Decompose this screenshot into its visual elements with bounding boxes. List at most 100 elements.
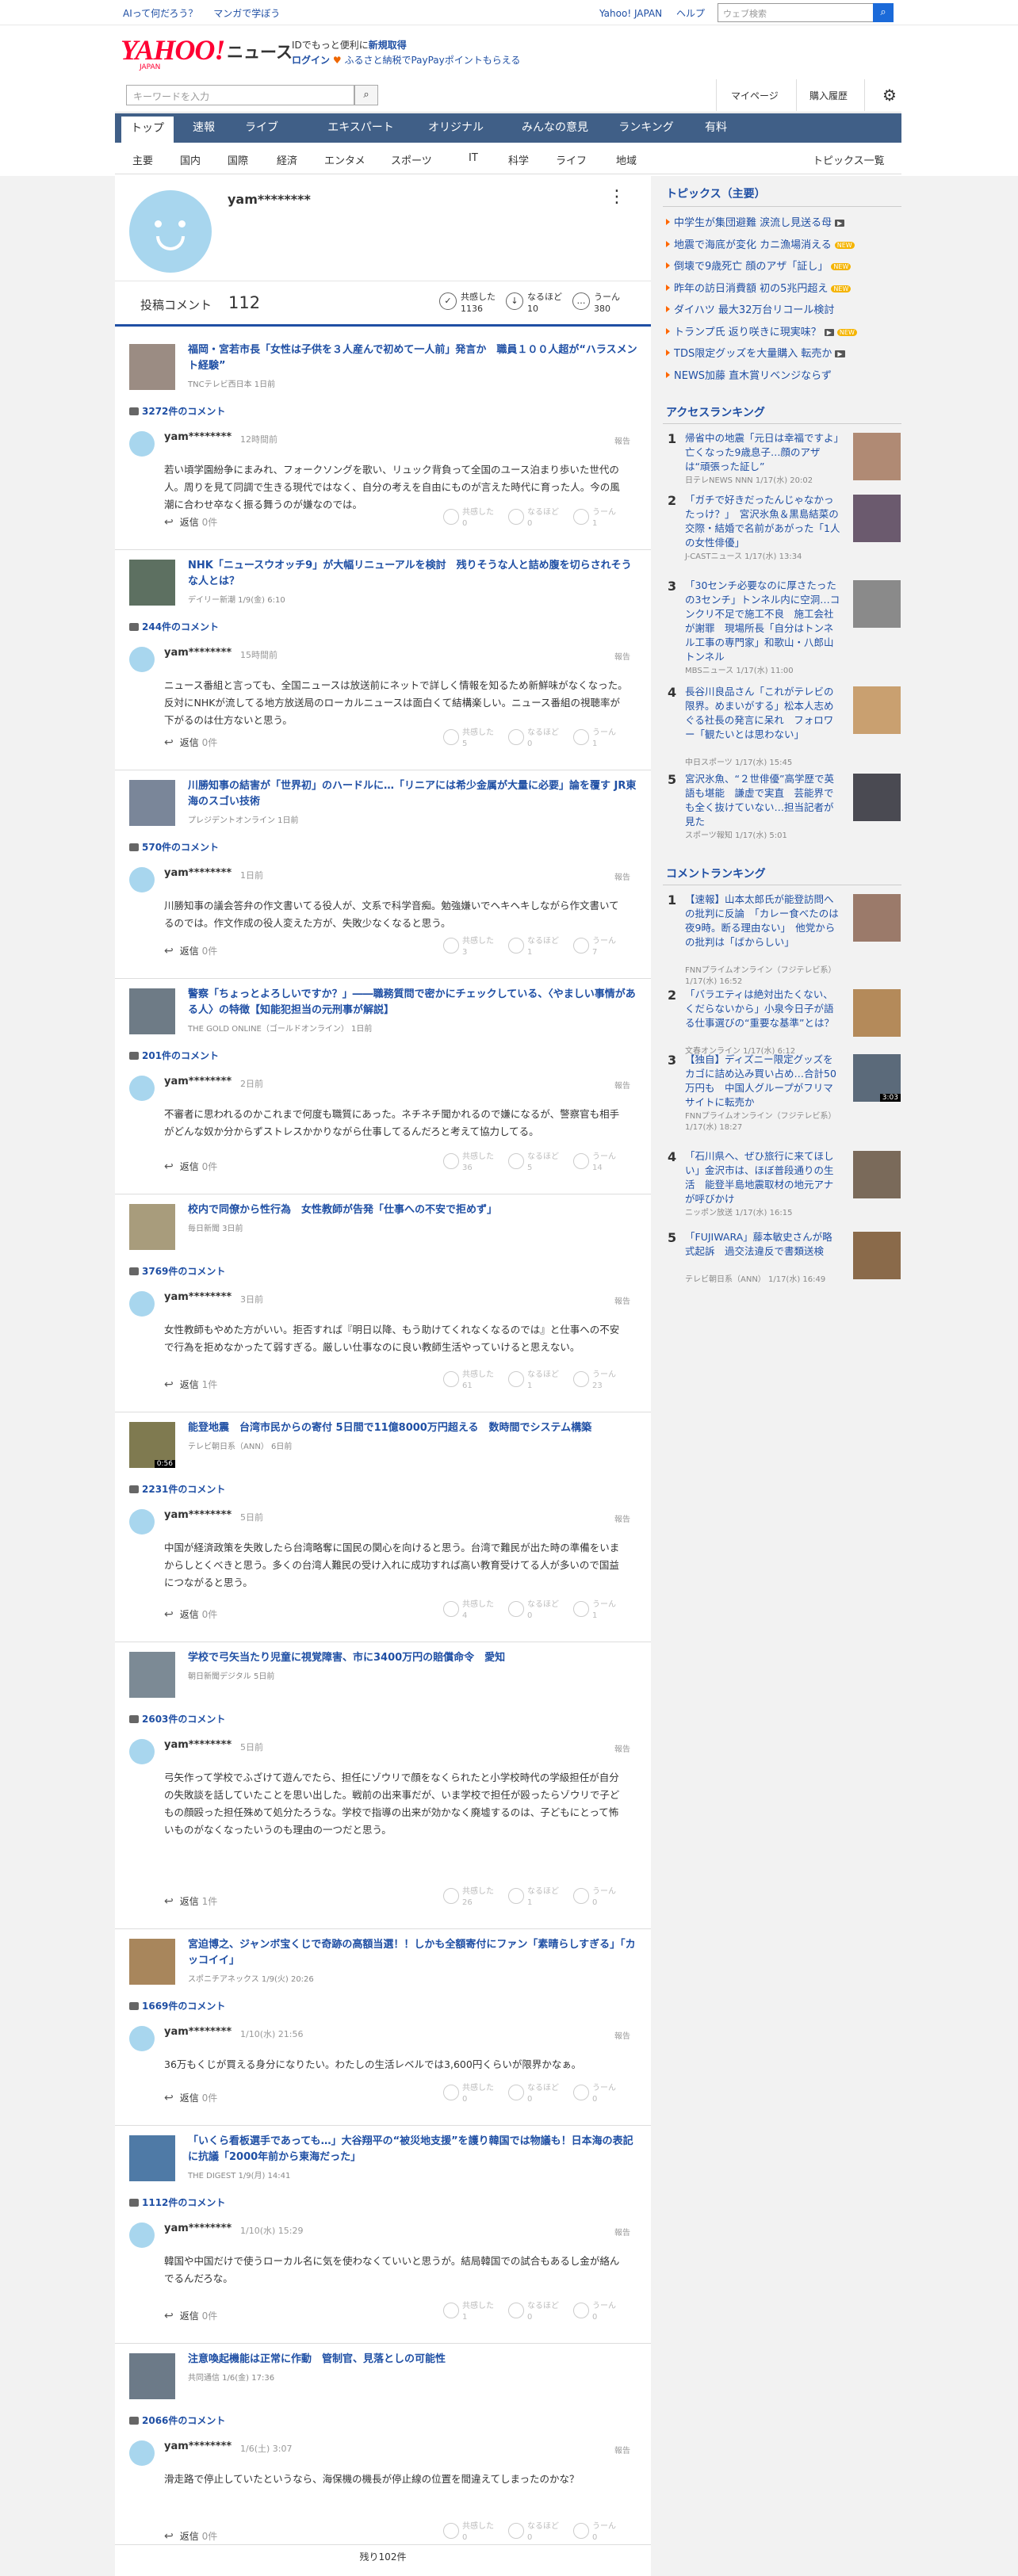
report-link[interactable]: 報告 [614,2444,630,2456]
cat-entertainment[interactable]: エンタメ [324,152,365,167]
rank-thumbnail[interactable] [853,774,901,821]
rank-thumbnail[interactable] [853,580,901,628]
article-title[interactable]: 「いくら看板選手であっても…」大谷翔平の“被災地支援”を護り韓国では物議も！日本… [188,2134,640,2165]
article-title[interactable]: 能登地震 台湾市民からの寄付 5日間で11億8000万円超える 数時間でシステム… [188,1420,640,1436]
nav-original[interactable]: オリジナル [410,113,502,143]
cat-economy[interactable]: 経済 [277,152,297,167]
signup-link[interactable]: 新規取得 [369,40,407,51]
article-thumbnail[interactable] [129,780,175,826]
cat-region[interactable]: 地域 [616,152,637,167]
comment-count-link[interactable]: 570件のコメント [129,840,219,854]
comment-count-link[interactable]: 3272件のコメント [129,404,225,418]
report-link[interactable]: 報告 [614,650,630,662]
mypage-link[interactable]: マイページ [731,89,779,102]
rank-title[interactable]: 「ガチで好きだったんじゃなかったっけ？」 宮沢氷魚＆黒島結菜の交際・結婚で名前が… [685,493,840,550]
rank-thumbnail[interactable] [853,1232,901,1279]
keyword-search-button[interactable]: ⌕ [354,85,378,105]
article-thumbnail[interactable] [129,988,175,1034]
agree-button[interactable]: 共感した 0 [443,2521,494,2544]
comment-username[interactable]: yam******** [164,1739,232,1751]
nav-paid[interactable]: 有料 [684,113,748,143]
topic-item[interactable]: 中学生が集団避難 涙流し見送る母 ▶ [665,214,845,229]
article-title[interactable]: 学校で弓矢当たり児童に視覚障害、市に3400万円の賠償命令 愛知 [188,1650,640,1666]
gear-icon[interactable]: ⚙ [878,84,901,108]
rank-thumbnail[interactable] [853,989,901,1037]
agree-button[interactable]: 共感した 1 [443,2301,494,2323]
rank-title[interactable]: 【独自】ディズニー限定グッズをカゴに詰め込み買い占め…合計50万円も 中国人グル… [685,1053,840,1110]
insight-button[interactable]: なるほど 1 [508,1370,559,1392]
cat-international[interactable]: 国際 [228,152,248,167]
news-title[interactable]: ニュース [227,40,293,63]
cat-it[interactable]: IT [469,152,478,164]
reply-button[interactable]: ↩ 返信 0件 [164,2309,217,2322]
topic-item[interactable]: NEWS加藤 直木賞リベンジならず [666,367,832,382]
manga-link[interactable]: マンガで学ぼう [213,8,280,19]
rank-title[interactable]: 宮沢氷魚、“２世俳優”高学歴で英語も堪能 謙虚で実直 芸能界でも全く抜けていない… [685,772,840,829]
report-link[interactable]: 報告 [614,1079,630,1091]
report-link[interactable]: 報告 [614,1512,630,1524]
report-link[interactable]: 報告 [614,2226,630,2238]
article-thumbnail[interactable] [129,560,175,606]
agree-button[interactable]: 共感した 26 [443,1886,494,1909]
topic-item[interactable]: ダイハツ 最大32万台リコール検討 [665,301,834,316]
reply-button[interactable]: ↩ 返信 1件 [164,1894,217,1908]
comment-username[interactable]: yam******** [164,2026,232,2038]
rank-thumbnail[interactable] [853,1151,901,1198]
article-title[interactable]: 宮迫博之、ジャンボ宝くじで奇跡の高額当選！！しかも全額寄付にファン「素晴らしすぎ… [188,1937,640,1969]
nav-top[interactable]: トップ [121,117,174,143]
nav-live[interactable]: ライブ [234,113,289,143]
hmm-button[interactable]: うーん 7 [573,936,616,958]
reply-button[interactable]: ↩ 返信 0件 [164,2529,217,2543]
hmm-button[interactable]: うーん 1 [573,728,616,750]
reply-button[interactable]: ↩ 返信 0件 [164,944,217,957]
rank-title[interactable]: 「石川県へ、ぜひ旅行に来てほしい」金沢市は、ほぼ普段通りの生活 能登半島地震取材… [685,1149,840,1206]
furusato-link[interactable]: ふるさと納税でPayPayポイントもらえる [344,55,520,66]
article-thumbnail[interactable] [129,1652,175,1698]
hmm-button[interactable]: うーん 0 [573,1886,616,1909]
topic-item[interactable]: TDS限定グッズを大量購入 転売か ▶ [666,345,845,360]
hmm-button[interactable]: うーん 0 [573,2521,616,2544]
insight-button[interactable]: なるほど 1 [508,936,559,958]
report-link[interactable]: 報告 [614,434,630,446]
topics-list-link[interactable]: トピックス一覧 [813,152,885,167]
rank-title[interactable]: 「30センチ必要なのに厚さたったの3センチ」トンネル内に空洞…コンクリ不足で施工… [685,579,840,664]
insight-button[interactable]: なるほど 0 [508,2301,559,2323]
topic-item[interactable]: トランプ氏 返り咲きに現実味？ ▶ NEW [666,323,857,338]
agree-button[interactable]: 共感した 3 [443,936,494,958]
rank-thumbnail[interactable] [853,686,901,734]
comment-username[interactable]: yam******** [164,431,232,443]
comment-username[interactable]: yam******** [164,2222,232,2234]
hmm-button[interactable]: うーん 23 [573,1370,616,1392]
topic-item[interactable]: 倒壊で9歳死亡 顔のアザ「証し」 NEW [665,258,852,273]
insight-button[interactable]: なるほど 1 [508,1886,559,1909]
agree-button[interactable]: 共感した 0 [443,507,494,529]
agree-button[interactable]: 共感した 4 [443,1599,494,1622]
rank-thumbnail[interactable] [853,433,901,480]
yahoo-logo[interactable]: YAHOO! [121,33,225,67]
article-thumbnail[interactable] [129,2135,175,2181]
comment-count-link[interactable]: 1669件のコメント [129,1999,225,2012]
nav-breaking[interactable]: 速報 [180,113,228,143]
ai-link[interactable]: AIって何だろう？ [123,8,197,19]
comment-count-link[interactable]: 1112件のコメント [129,2196,225,2209]
article-title[interactable]: NHK「ニュースウオッチ9」が大幅リニューアルを検討 残りそうな人と詰め腹を切ら… [188,558,640,590]
cat-life[interactable]: ライフ [556,152,587,167]
cat-main[interactable]: 主要 [132,152,153,167]
web-search-button[interactable]: ⌕ [873,3,894,22]
agree-button[interactable]: 共感した 0 [443,2083,494,2105]
rank-title[interactable]: 「FUJIWARA」藤本敏史さんが略式起訴 過交法違反で書類送検 [685,1230,840,1259]
article-title[interactable]: 川勝知事の結害が「世界初」のハードルに…「リニアには希少金属が大量に必要」論を覆… [188,778,640,810]
reply-button[interactable]: ↩ 返信 0件 [164,1607,217,1621]
article-thumbnail[interactable] [129,1204,175,1250]
comment-username[interactable]: yam******** [164,1076,232,1087]
comment-username[interactable]: yam******** [164,1509,232,1521]
comment-count-link[interactable]: 244件のコメント [129,620,219,633]
rank-title[interactable]: 帰省中の地震「元日は幸福ですよ」 亡くなった9歳息子…顔のアザは“頑張った証し” [685,431,848,474]
purchase-history-link[interactable]: 購入履歴 [809,89,848,102]
keyword-search-input[interactable]: キーワードを入力 [126,85,354,105]
rank-title[interactable]: 「バラエティは絶対出たくない、くだらないから」小泉今日子が語る仕事選びの“重要な… [685,988,840,1030]
article-thumbnail[interactable] [129,344,175,390]
cat-science[interactable]: 科学 [508,152,529,167]
comment-username[interactable]: yam******** [164,647,232,659]
agree-button[interactable]: 共感した 5 [443,728,494,750]
